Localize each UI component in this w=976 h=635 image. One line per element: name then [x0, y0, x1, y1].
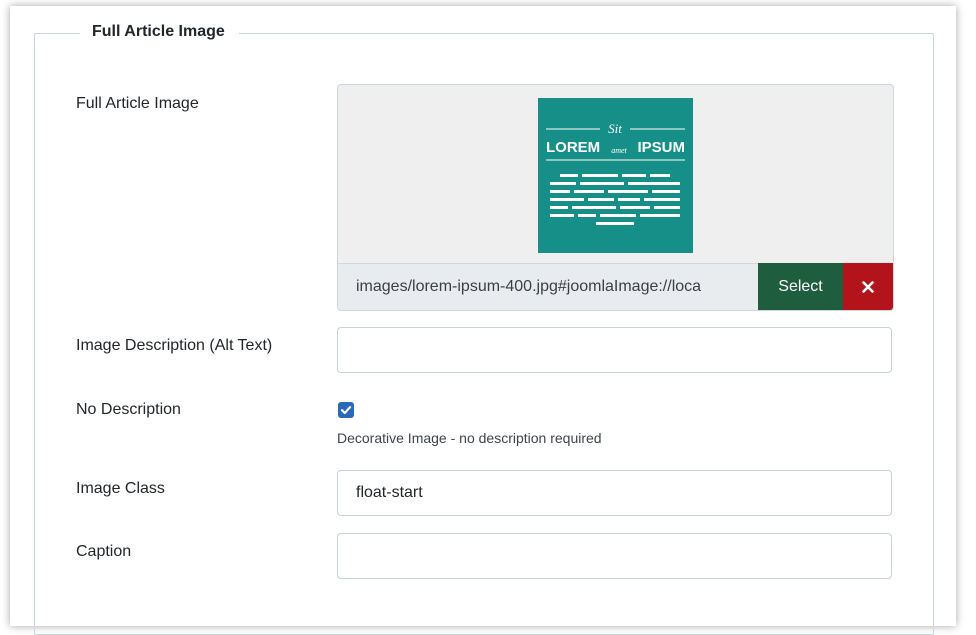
thumb-right-word: IPSUM [637, 139, 685, 156]
caption-label: Caption [76, 543, 132, 560]
no-description-hint: Decorative Image - no description requir… [337, 430, 602, 446]
alt-text-label: Image Description (Alt Text) [76, 337, 273, 354]
clear-image-button[interactable] [843, 263, 893, 310]
thumb-top-text: Sit [608, 121, 622, 136]
image-thumbnail: Sit LOREM amet IPSUM [538, 98, 693, 253]
alt-text-input[interactable] [337, 327, 892, 373]
image-class-label: Image Class [76, 480, 165, 497]
select-image-button[interactable]: Select [758, 263, 843, 310]
caption-input[interactable] [337, 533, 892, 579]
no-description-checkbox[interactable] [338, 402, 354, 418]
lorem-ipsum-thumbnail-graphic: Sit LOREM amet IPSUM [546, 121, 685, 225]
image-path-input[interactable]: images/lorem-ipsum-400.jpg#joomlaImage:/… [338, 263, 758, 310]
image-class-input[interactable]: float-start [337, 470, 892, 516]
thumb-left-word: LOREM [546, 139, 600, 156]
check-icon [340, 406, 352, 415]
times-icon [862, 280, 874, 293]
thumb-mid-word: amet [611, 146, 627, 155]
image-preview: Sit LOREM amet IPSUM images/lorem-ipsum-… [337, 84, 894, 311]
full-article-image-label: Full Article Image [76, 95, 199, 112]
fieldset-legend: Full Article Image [80, 21, 239, 43]
no-description-label: No Description [76, 401, 181, 418]
